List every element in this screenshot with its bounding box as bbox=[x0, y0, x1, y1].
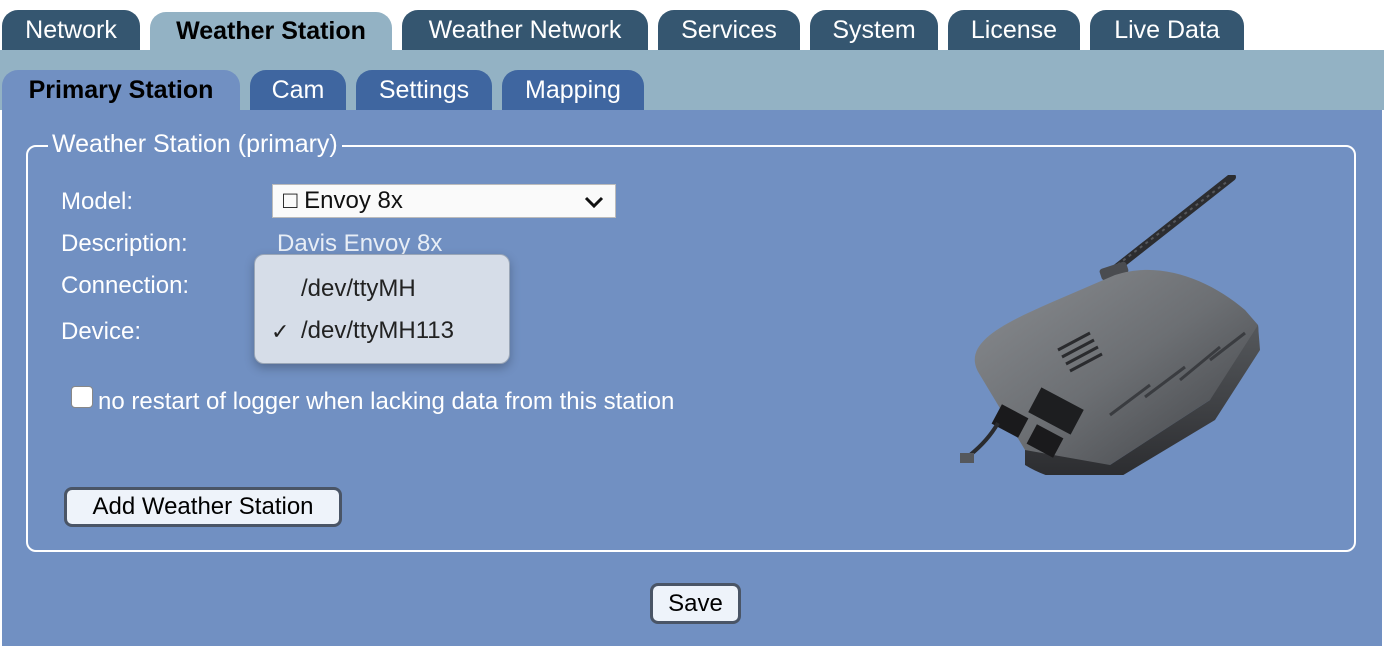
tab-label: Weather Station bbox=[176, 16, 366, 45]
add-weather-station-label: Add Weather Station bbox=[92, 493, 314, 520]
save-button[interactable]: Save bbox=[650, 583, 741, 624]
tab-network[interactable]: Network bbox=[2, 10, 140, 50]
description-label: Description: bbox=[61, 230, 188, 257]
envoy-device-image bbox=[940, 173, 1270, 483]
add-weather-station-button[interactable]: Add Weather Station bbox=[64, 487, 342, 527]
tab-live-data[interactable]: Live Data bbox=[1090, 10, 1244, 50]
tab-system[interactable]: System bbox=[810, 10, 938, 50]
checkmark-icon: ✓ bbox=[271, 319, 290, 344]
subtab-mapping[interactable]: Mapping bbox=[502, 70, 644, 110]
tab-label: System bbox=[832, 15, 916, 44]
subtab-label: Settings bbox=[378, 75, 470, 104]
tab-label: Live Data bbox=[1114, 15, 1220, 44]
device-option-ttymh113[interactable]: /dev/ttyMH113 bbox=[301, 317, 454, 345]
no-restart-checkbox[interactable] bbox=[71, 386, 93, 408]
subtab-label: Mapping bbox=[525, 75, 621, 104]
no-restart-label: no restart of logger when lacking data f… bbox=[98, 388, 675, 415]
model-select[interactable]: □ Envoy 8x bbox=[272, 184, 616, 218]
device-dropdown-menu: /dev/ttyMH ✓ /dev/ttyMH113 bbox=[254, 254, 510, 364]
tab-license[interactable]: License bbox=[948, 10, 1080, 50]
device-label: Device: bbox=[61, 318, 142, 345]
tab-label: Weather Network bbox=[428, 15, 622, 44]
subtab-label: Primary Station bbox=[28, 75, 214, 104]
tab-weather-network[interactable]: Weather Network bbox=[402, 10, 648, 50]
tab-label: Services bbox=[681, 15, 777, 44]
tab-label: License bbox=[970, 15, 1058, 44]
subtab-cam[interactable]: Cam bbox=[250, 70, 346, 110]
subtab-primary-station[interactable]: Primary Station bbox=[2, 70, 240, 110]
subtab-settings[interactable]: Settings bbox=[356, 70, 492, 110]
device-option-ttymh[interactable]: /dev/ttyMH bbox=[301, 275, 416, 303]
connection-label: Connection: bbox=[61, 272, 190, 299]
tab-label: Network bbox=[25, 15, 117, 44]
model-select-value: □ Envoy 8x bbox=[283, 187, 403, 214]
save-label: Save bbox=[668, 589, 723, 617]
tab-services[interactable]: Services bbox=[658, 10, 800, 50]
tab-weather-station[interactable]: Weather Station bbox=[150, 12, 392, 50]
chevron-down-icon bbox=[583, 187, 605, 223]
fieldset-legend: Weather Station (primary) bbox=[48, 130, 342, 159]
model-label: Model: bbox=[61, 188, 134, 215]
page-bottom-margin bbox=[0, 646, 1384, 654]
subtab-label: Cam bbox=[271, 75, 325, 104]
